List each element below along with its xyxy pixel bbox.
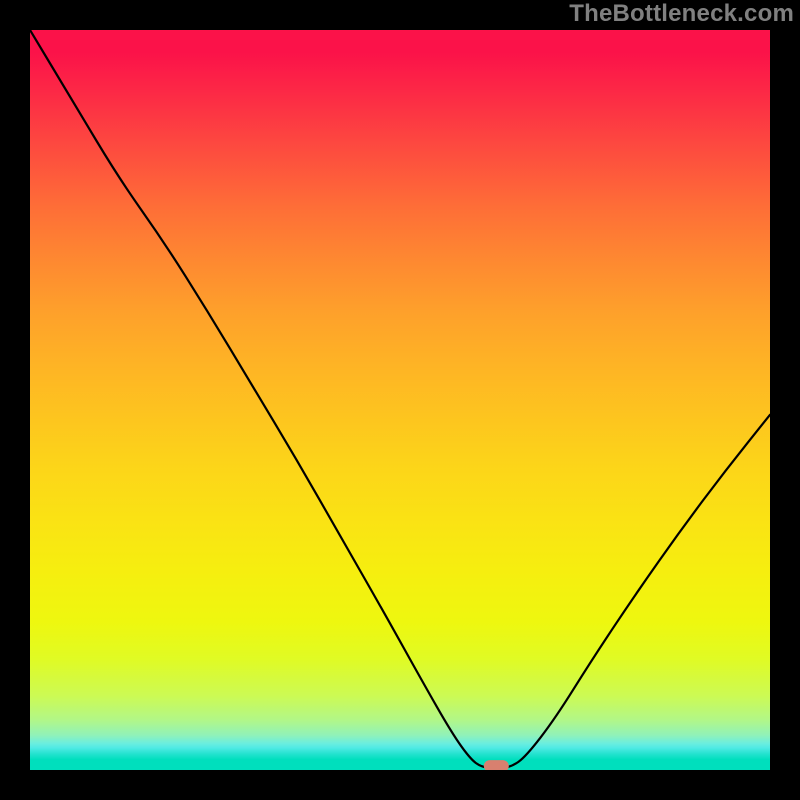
- watermark-text: TheBottleneck.com: [569, 0, 794, 28]
- bottleneck-curve: [30, 30, 770, 768]
- curve-layer: [30, 30, 770, 770]
- optimum-marker: [484, 760, 508, 770]
- plot-area: [30, 30, 770, 770]
- chart-frame: TheBottleneck.com: [0, 0, 800, 800]
